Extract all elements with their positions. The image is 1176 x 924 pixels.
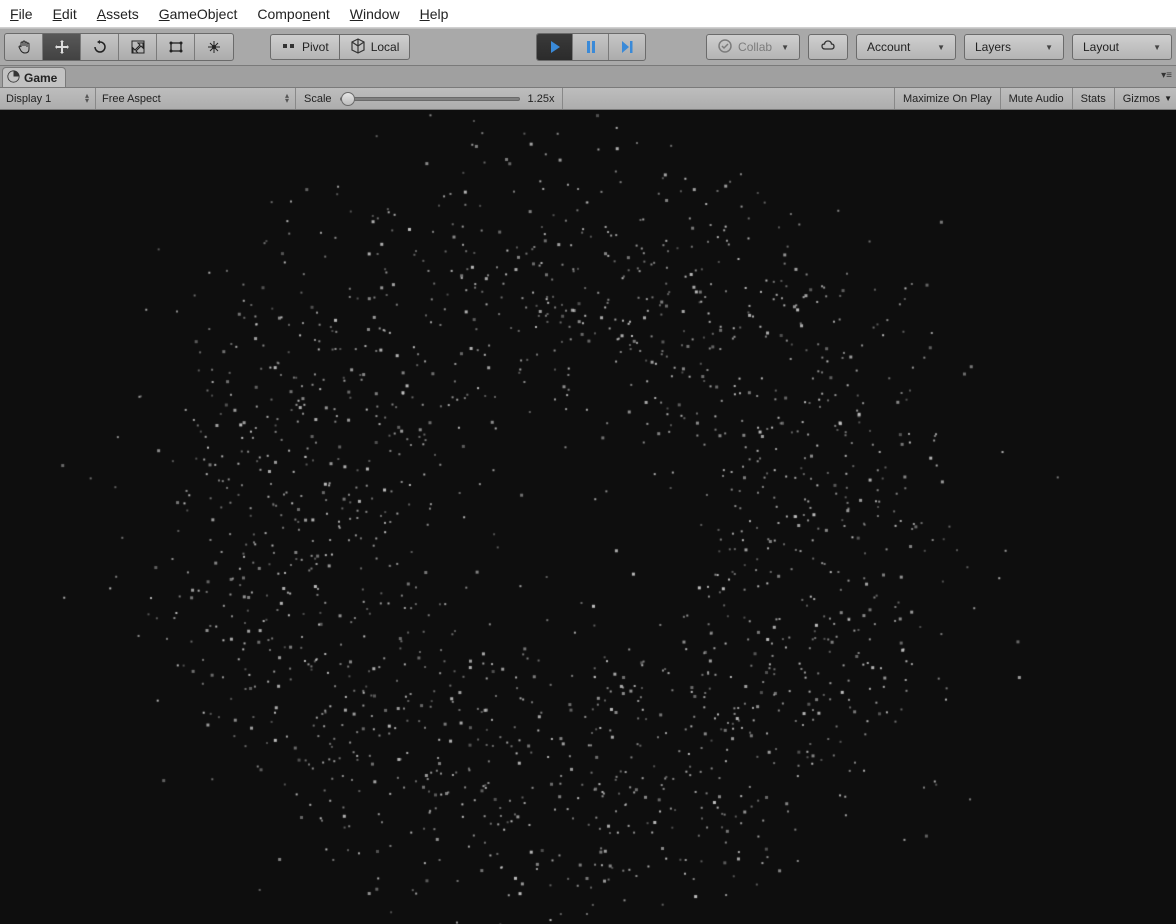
step-button[interactable] bbox=[609, 34, 645, 60]
updown-icon: ▴▾ bbox=[285, 94, 289, 104]
maximize-on-play-toggle[interactable]: Maximize On Play bbox=[894, 88, 1000, 109]
collab-dropdown[interactable]: Collab ▼ bbox=[706, 34, 800, 60]
collab-label: Collab bbox=[738, 40, 772, 54]
pivot-label: Pivot bbox=[302, 40, 329, 54]
scale-tool[interactable] bbox=[119, 34, 157, 60]
updown-icon: ▴▾ bbox=[85, 94, 89, 104]
menu-file[interactable]: File bbox=[0, 0, 43, 27]
tab-game[interactable]: Game bbox=[2, 67, 66, 87]
mute-audio-toggle[interactable]: Mute Audio bbox=[1000, 88, 1072, 109]
gizmos-label: Gizmos bbox=[1123, 93, 1160, 105]
aspect-label: Free Aspect bbox=[102, 93, 161, 105]
scale-value: 1.25x bbox=[528, 93, 555, 105]
pause-button[interactable] bbox=[573, 34, 609, 60]
game-icon bbox=[7, 70, 20, 86]
check-circle-icon bbox=[717, 38, 733, 57]
transform-tool[interactable] bbox=[195, 34, 233, 60]
cloud-icon bbox=[820, 38, 836, 57]
scale-control: Scale 1.25x bbox=[296, 88, 563, 109]
pivot-toggle[interactable]: Pivot bbox=[270, 34, 339, 60]
menu-window[interactable]: Window bbox=[340, 0, 410, 27]
local-toggle[interactable]: Local bbox=[339, 34, 411, 60]
transform-tool-group bbox=[4, 33, 234, 61]
menu-component[interactable]: Component bbox=[247, 0, 339, 27]
menu-edit[interactable]: Edit bbox=[43, 0, 87, 27]
scale-slider-thumb[interactable] bbox=[341, 92, 355, 106]
layout-dropdown[interactable]: Layout ▼ bbox=[1072, 34, 1172, 60]
rotate-tool[interactable] bbox=[81, 34, 119, 60]
cube-icon bbox=[350, 38, 366, 57]
display-label: Display 1 bbox=[6, 93, 51, 105]
layout-label: Layout bbox=[1083, 40, 1119, 54]
move-tool[interactable] bbox=[43, 34, 81, 60]
chevron-down-icon: ▼ bbox=[1164, 94, 1172, 103]
chevron-down-icon: ▼ bbox=[1153, 43, 1161, 52]
display-dropdown[interactable]: Display 1 ▴▾ bbox=[0, 88, 96, 109]
local-label: Local bbox=[371, 40, 400, 54]
chevron-down-icon: ▼ bbox=[937, 43, 945, 52]
account-label: Account bbox=[867, 40, 910, 54]
mute-label: Mute Audio bbox=[1009, 93, 1064, 105]
gizmos-dropdown[interactable]: Gizmos ▼ bbox=[1114, 88, 1176, 109]
menu-assets[interactable]: Assets bbox=[87, 0, 149, 27]
tabstrip: Game ▾≡ bbox=[0, 66, 1176, 88]
menubar: FileEditAssetsGameObjectComponentWindowH… bbox=[0, 0, 1176, 28]
pivot-icon bbox=[281, 38, 297, 57]
play-button[interactable] bbox=[537, 34, 573, 60]
rect-tool[interactable] bbox=[157, 34, 195, 60]
stats-label: Stats bbox=[1081, 93, 1106, 105]
game-controls-bar: Display 1 ▴▾ Free Aspect ▴▾ Scale 1.25x … bbox=[0, 88, 1176, 110]
aspect-dropdown[interactable]: Free Aspect ▴▾ bbox=[96, 88, 296, 109]
tab-options-menu[interactable]: ▾≡ bbox=[1161, 70, 1172, 81]
stats-toggle[interactable]: Stats bbox=[1072, 88, 1114, 109]
pivot-local-group: Pivot Local bbox=[270, 34, 410, 60]
chevron-down-icon: ▼ bbox=[781, 43, 789, 52]
menu-gameobject[interactable]: GameObject bbox=[149, 0, 248, 27]
cloud-button[interactable] bbox=[808, 34, 848, 60]
tab-label: Game bbox=[24, 71, 57, 85]
playback-controls bbox=[536, 33, 646, 61]
account-dropdown[interactable]: Account ▼ bbox=[856, 34, 956, 60]
hand-tool[interactable] bbox=[5, 34, 43, 60]
scale-slider[interactable] bbox=[340, 97, 520, 101]
layers-dropdown[interactable]: Layers ▼ bbox=[964, 34, 1064, 60]
menu-help[interactable]: Help bbox=[410, 0, 459, 27]
maximize-label: Maximize On Play bbox=[903, 93, 992, 105]
main-toolbar: Pivot Local Collab ▼ bbox=[0, 28, 1176, 66]
particle-ring-render bbox=[0, 110, 1176, 924]
layers-label: Layers bbox=[975, 40, 1011, 54]
scale-label: Scale bbox=[304, 93, 332, 105]
chevron-down-icon: ▼ bbox=[1045, 43, 1053, 52]
game-view bbox=[0, 110, 1176, 924]
